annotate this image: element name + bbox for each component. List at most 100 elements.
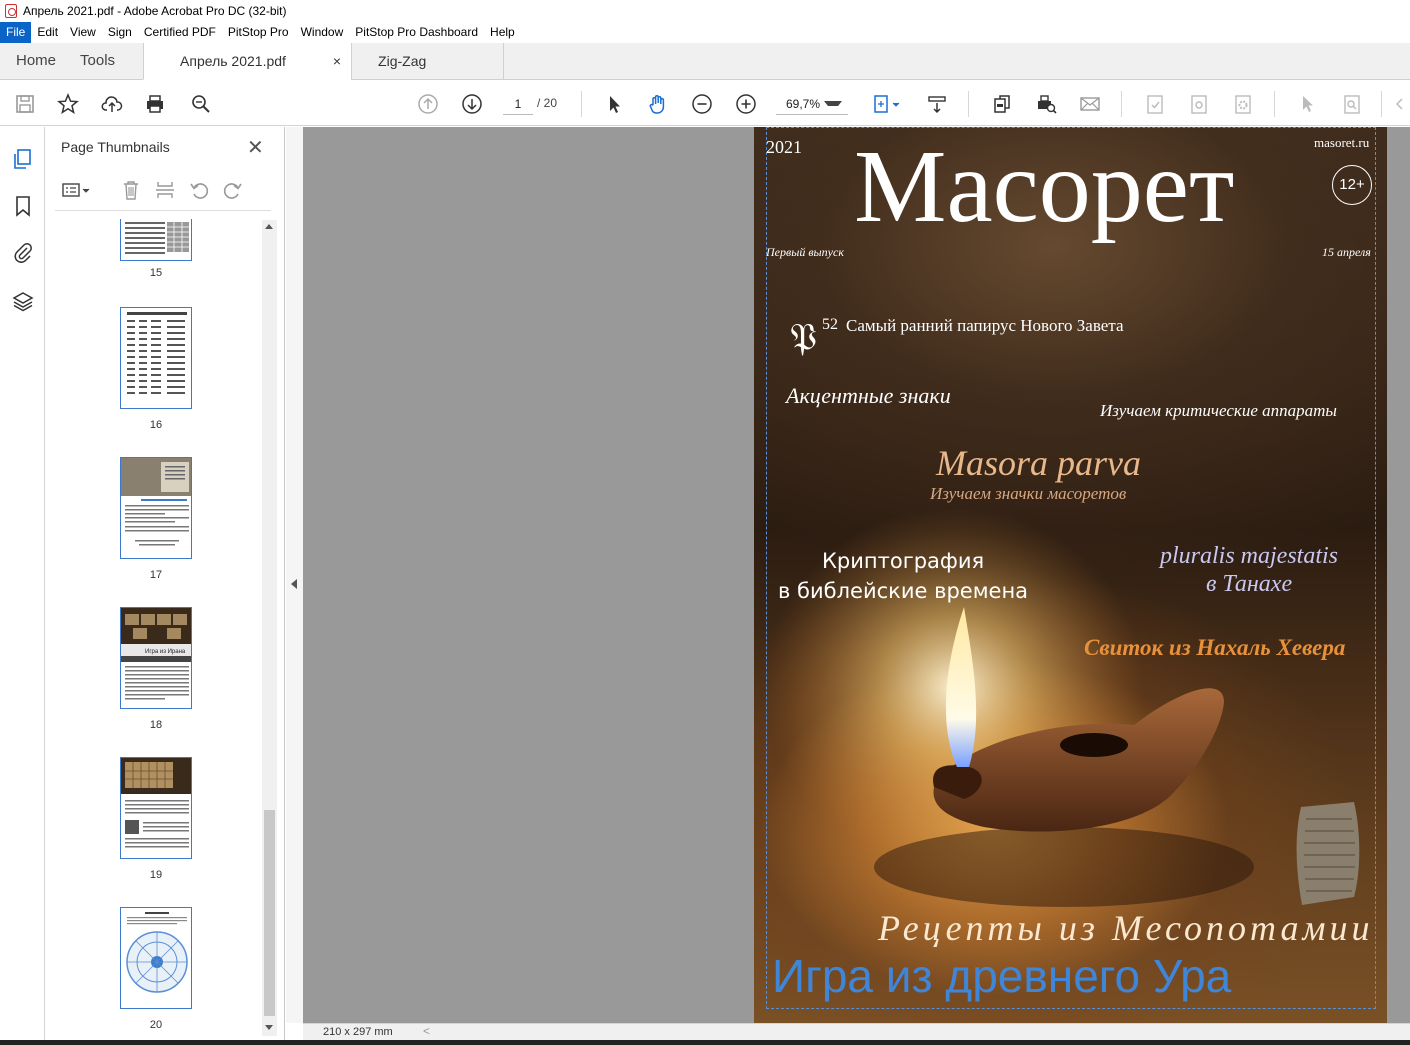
thumbnail-label: 15: [149, 267, 163, 279]
menu-view[interactable]: View: [64, 22, 102, 43]
thumbnail-page-16[interactable]: [120, 307, 192, 409]
tab-document-april-label: Апрель 2021.pdf: [180, 53, 286, 69]
print-preview-icon[interactable]: [1033, 91, 1059, 117]
collapse-arrow-icon: [291, 579, 297, 589]
thumbnail-label: 18: [149, 719, 163, 731]
page-thumbnails-icon[interactable]: [11, 147, 35, 171]
menu-file[interactable]: File: [0, 22, 32, 43]
menu-window[interactable]: Window: [295, 22, 350, 43]
rotate-cw-icon[interactable]: [220, 177, 246, 203]
headline-masora: Masora parva: [936, 443, 1141, 483]
hand-tool-icon[interactable]: [645, 91, 671, 117]
panel-title: Page Thumbnails: [61, 139, 170, 155]
toolbar-separator: [1381, 91, 1382, 117]
bookmark-star-icon[interactable]: [55, 91, 81, 117]
page-size-readout: 210 x 297 mm: [323, 1026, 393, 1038]
headline-accents: Акцентные знаки: [786, 383, 951, 408]
more-tools-arrow-icon[interactable]: [1390, 91, 1408, 117]
headline-pluralis-2: в Танахе: [1206, 571, 1293, 597]
rotate-ccw-icon[interactable]: [186, 177, 212, 203]
thumbnail-label: 20: [149, 1019, 163, 1031]
toolbar-separator: [968, 91, 969, 117]
previous-page-icon[interactable]: [415, 91, 441, 117]
chevron-down-icon: [824, 101, 842, 106]
pitstop-inspector-icon[interactable]: [1186, 91, 1212, 117]
magazine-cover-page: 2021 masoret.ru Масорет 12+ Первый выпус…: [754, 127, 1387, 1023]
layers-icon[interactable]: [11, 289, 35, 313]
headline-crypto-1: Криптография: [822, 549, 985, 573]
page-total: / 20: [537, 96, 558, 110]
tab-tools[interactable]: Tools: [72, 43, 143, 79]
taskbar-edge: [0, 1040, 1410, 1045]
thumbnail-page-15[interactable]: [120, 219, 192, 261]
toolbar-separator: [1121, 91, 1122, 117]
upload-cloud-icon[interactable]: [99, 91, 125, 117]
cover-issue: Первый выпуск: [766, 245, 844, 259]
cover-date: 15 апреля: [1322, 245, 1371, 259]
thumbnail-page-19[interactable]: [120, 757, 192, 859]
next-page-icon[interactable]: [459, 91, 485, 117]
zoom-out-icon[interactable]: [689, 91, 715, 117]
preflight-check-icon[interactable]: [1142, 91, 1168, 117]
document-viewport[interactable]: 2021 masoret.ru Масорет 12+ Первый выпус…: [303, 127, 1410, 1023]
p52-symbol: 𝔓: [790, 315, 818, 359]
scrollbar-thumb[interactable]: [264, 810, 275, 1016]
horizontal-scroll-left-icon[interactable]: <: [423, 1024, 430, 1038]
headline-game: Игра из древнего Ура: [772, 950, 1232, 1002]
close-icon[interactable]: ✕: [247, 135, 264, 160]
main-toolbar: / 20 69,7%: [0, 81, 1410, 126]
scroll-up-icon[interactable]: [265, 224, 273, 229]
toolbar-separator: [1274, 91, 1275, 117]
tab-document-april[interactable]: Апрель 2021.pdf ×: [143, 43, 352, 80]
thumbnail-page-18-heading: Игра из Ирана: [145, 649, 186, 655]
thumbnail-scrollbar[interactable]: [262, 220, 277, 1036]
acrobat-window: Апрель 2021.pdf - Adobe Acrobat Pro DC (…: [0, 0, 1410, 1045]
status-bar: 210 x 297 mm <: [303, 1023, 1410, 1040]
find-zoom-icon[interactable]: [188, 91, 214, 117]
select-cursor-icon[interactable]: [601, 91, 627, 117]
options-menu-icon[interactable]: [59, 177, 95, 203]
page-number-input[interactable]: [503, 93, 533, 115]
delete-page-icon[interactable]: [118, 177, 144, 203]
pitstop-zoom-icon[interactable]: [1339, 91, 1365, 117]
zoom-in-icon[interactable]: [733, 91, 759, 117]
print-icon[interactable]: [142, 91, 168, 117]
title-bar: Апрель 2021.pdf - Adobe Acrobat Pro DC (…: [0, 0, 1410, 22]
headline-scroll: Свиток из Нахаль Хевера: [1084, 635, 1346, 660]
thumbnail-toolbar: [55, 173, 271, 211]
menu-edit[interactable]: Edit: [31, 22, 64, 43]
headline-masora-sub: Изучаем значки масоретов: [930, 484, 1127, 503]
save-icon[interactable]: [12, 91, 38, 117]
zoom-level-value: 69,7%: [786, 96, 821, 111]
fit-page-icon[interactable]: [868, 91, 904, 117]
thumbnail-page-20[interactable]: [120, 907, 192, 1009]
pitstop-select-icon[interactable]: [1295, 91, 1321, 117]
thumbnail-page-17[interactable]: [120, 457, 192, 559]
menu-pitstop-dashboard[interactable]: PitStop Pro Dashboard: [349, 22, 484, 43]
tab-document-zigzag[interactable]: Zig-Zag меню.pdf: [351, 43, 503, 106]
email-icon[interactable]: [1077, 91, 1103, 117]
pane-collapse-handle[interactable]: [286, 127, 303, 1023]
scroll-mode-icon[interactable]: [924, 91, 950, 117]
menu-sign[interactable]: Sign: [102, 22, 138, 43]
scroll-down-icon[interactable]: [265, 1025, 273, 1030]
menu-help[interactable]: Help: [484, 22, 521, 43]
thumbnail-label: 19: [149, 869, 163, 881]
tab-home[interactable]: Home: [0, 43, 72, 79]
extract-page-icon[interactable]: [152, 177, 178, 203]
export-pdf-icon[interactable]: [989, 91, 1015, 117]
thumbnail-page-18[interactable]: Игра из Ирана: [120, 607, 192, 709]
zoom-level-dropdown[interactable]: 69,7%: [776, 93, 848, 115]
headline-recipes: Рецепты из Месопотамии: [878, 908, 1374, 948]
menu-certified-pdf[interactable]: Certified PDF: [138, 22, 222, 43]
tab-bar-fill: [503, 43, 1410, 79]
cover-website: masoret.ru: [1314, 135, 1370, 150]
age-rating-badge: 12+: [1332, 165, 1372, 205]
bookmarks-icon[interactable]: [11, 194, 35, 218]
pitstop-settings-icon[interactable]: [1230, 91, 1256, 117]
tab-close-icon[interactable]: ×: [333, 43, 341, 80]
menu-pitstop-pro[interactable]: PitStop Pro: [222, 22, 295, 43]
attachments-icon[interactable]: [11, 240, 35, 264]
tab-bar: Home Tools Апрель 2021.pdf × Zig-Zag мен…: [0, 43, 1410, 106]
thumbnail-label: 16: [149, 419, 163, 431]
